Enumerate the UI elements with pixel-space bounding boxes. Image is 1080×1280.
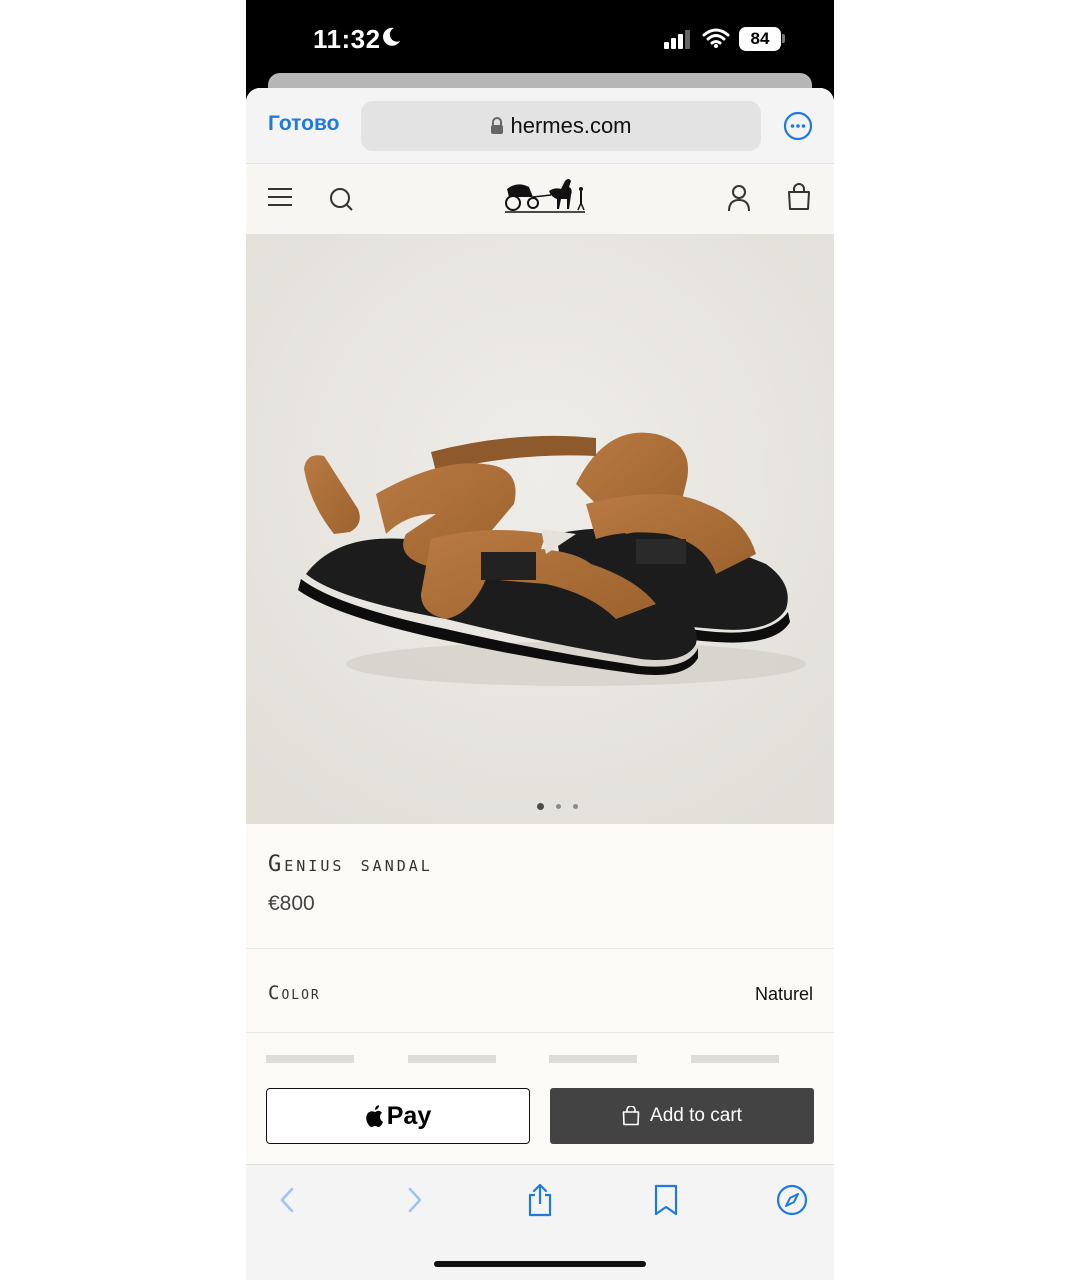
- apple-logo-icon: [365, 1105, 383, 1127]
- carousel-dot[interactable]: [573, 804, 578, 809]
- done-button[interactable]: Готово: [268, 112, 339, 136]
- product-price: €800: [268, 892, 315, 915]
- forward-icon[interactable]: [398, 1183, 430, 1217]
- moon-icon: [383, 27, 400, 46]
- browser-toolbar: [246, 1164, 834, 1280]
- battery-icon: 84: [739, 27, 781, 51]
- home-indicator: [434, 1261, 646, 1267]
- add-to-cart-button[interactable]: Add to cart: [550, 1088, 814, 1144]
- color-swatch[interactable]: [549, 1055, 637, 1063]
- divider: [246, 1032, 834, 1033]
- status-bar: 11:32 84: [246, 0, 834, 78]
- apple-pay-label: Pay: [386, 1101, 432, 1130]
- color-label: Color: [268, 982, 321, 1004]
- back-icon[interactable]: [272, 1183, 304, 1217]
- wifi-icon: [702, 28, 730, 48]
- carousel-dot-active[interactable]: [537, 803, 544, 810]
- lock-icon: [491, 117, 504, 134]
- cellular-signal-icon: [664, 30, 690, 49]
- url-text: hermes.com: [510, 113, 632, 138]
- status-time: 11:32: [313, 24, 381, 54]
- share-icon[interactable]: [524, 1183, 556, 1217]
- site-header: [246, 165, 834, 233]
- browser-address-bar: Готово hermes.com: [246, 88, 834, 164]
- shopping-bag-icon[interactable]: [786, 183, 812, 211]
- purchase-actions: Pay Add to cart: [246, 1066, 834, 1166]
- add-to-cart-label: Add to cart: [650, 1105, 742, 1126]
- color-swatch[interactable]: [408, 1055, 496, 1063]
- battery-tip: [782, 34, 785, 43]
- search-icon[interactable]: [328, 186, 354, 212]
- bookmarks-icon[interactable]: [650, 1183, 682, 1217]
- divider: [246, 948, 834, 949]
- color-swatch[interactable]: [266, 1055, 354, 1063]
- browser-sheet: Готово hermes.com Genius sandal €800 Col…: [246, 88, 834, 1280]
- url-field[interactable]: hermes.com: [361, 101, 761, 151]
- more-options-icon[interactable]: [783, 111, 813, 141]
- phone-screen: 11:32 84 Готово hermes.com Genius sandal…: [246, 0, 834, 1280]
- color-swatch[interactable]: [691, 1055, 779, 1063]
- shopping-bag-icon: [622, 1106, 640, 1126]
- account-icon[interactable]: [726, 184, 752, 212]
- hermes-logo[interactable]: [503, 175, 587, 215]
- product-title: Genius sandal: [268, 852, 433, 877]
- apple-pay-button[interactable]: Pay: [266, 1088, 530, 1144]
- carousel-dots[interactable]: [537, 803, 578, 810]
- product-image[interactable]: [246, 234, 834, 824]
- color-value: Naturel: [754, 984, 813, 1004]
- carousel-dot[interactable]: [556, 804, 561, 809]
- compass-icon[interactable]: [776, 1183, 808, 1217]
- sandals-illustration: [246, 234, 834, 824]
- menu-icon[interactable]: [267, 185, 293, 209]
